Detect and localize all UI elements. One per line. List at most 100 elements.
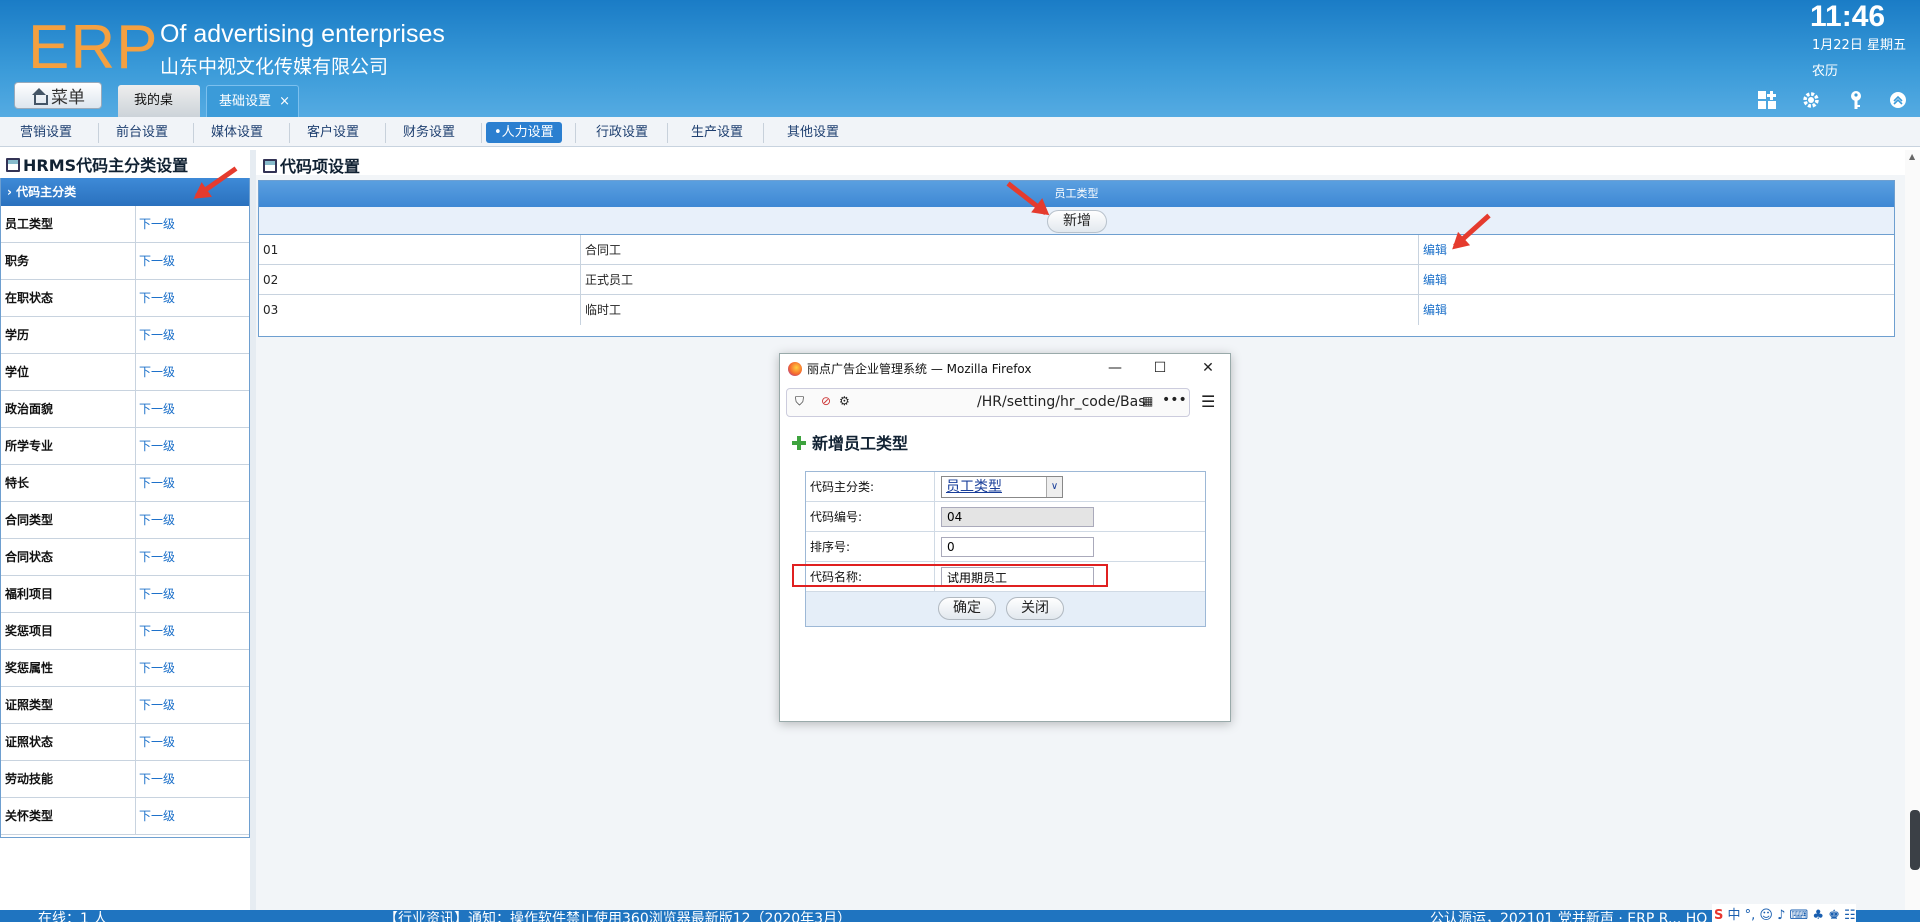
url-text[interactable]: /HR/setting/hr_code/Bas xyxy=(977,394,1146,410)
list-item: 关怀类型 下一级 xyxy=(1,798,249,835)
main-panel-title: 代码项设置 xyxy=(263,153,360,177)
nav-other-settings[interactable]: 其他设置 xyxy=(779,122,847,143)
category-name: 证照类型 xyxy=(1,687,136,723)
nav-frontdesk-settings[interactable]: 前台设置 xyxy=(108,122,176,143)
next-level-link[interactable]: 下一级 xyxy=(136,428,175,464)
page-scrollbar[interactable] xyxy=(1905,150,1920,910)
form-row: 排序号: xyxy=(806,532,1205,562)
confirm-button[interactable]: 确定 xyxy=(938,597,996,620)
lunar-calendar-link[interactable]: 农历 xyxy=(1812,60,1838,79)
list-item: 奖惩项目 下一级 xyxy=(1,613,249,650)
code-cell: 01 xyxy=(259,235,581,264)
permissions-icon[interactable]: ⚙ xyxy=(839,394,850,408)
firefox-popup-window: 丽点广告企业管理系统 — Mozilla Firefox — ☐ ✕ ⛉ ⊘ ⚙… xyxy=(779,353,1231,722)
close-button[interactable]: 关闭 xyxy=(1006,597,1064,620)
nav-finance-settings[interactable]: 财务设置 xyxy=(395,122,463,143)
next-level-link[interactable]: 下一级 xyxy=(136,539,175,575)
nav-hr-settings[interactable]: •人力设置 xyxy=(486,122,562,143)
next-level-link[interactable]: 下一级 xyxy=(136,317,175,353)
ime-toolbar[interactable]: S 中 °, ☺ ♪ ⌨ ♣ ♚ ☷ xyxy=(1712,904,1856,923)
menu-button[interactable]: 菜单 xyxy=(14,82,102,109)
left-panel-title-text: HRMS代码主分类设置 xyxy=(23,156,189,175)
code-category-header-text: 代码主分类 xyxy=(16,185,77,199)
sogou-icon[interactable]: S xyxy=(1714,908,1723,923)
nav-marketing-settings[interactable]: 营销设置 xyxy=(12,122,80,143)
category-name: 合同状态 xyxy=(1,539,136,575)
next-level-link[interactable]: 下一级 xyxy=(136,724,175,760)
url-bar[interactable]: ⛉ ⊘ ⚙ /HR/setting/hr_code/Bas ▦ ••• xyxy=(786,388,1190,417)
table-header: 员工类型 xyxy=(259,181,1894,207)
shield-icon[interactable]: ⛉ xyxy=(795,394,804,409)
chevron-down-icon[interactable]: ∨ xyxy=(1046,477,1062,497)
next-level-link[interactable]: 下一级 xyxy=(136,243,175,279)
tab-basic-settings[interactable]: 基础设置 × xyxy=(206,85,299,117)
minimize-icon[interactable]: — xyxy=(1105,358,1125,378)
category-name: 合同类型 xyxy=(1,502,136,538)
category-name: 奖惩项目 xyxy=(1,613,136,649)
nav-admin-settings[interactable]: 行政设置 xyxy=(588,122,656,143)
list-item: 政治面貌 下一级 xyxy=(1,391,249,428)
next-level-link[interactable]: 下一级 xyxy=(136,206,175,242)
next-level-link[interactable]: 下一级 xyxy=(136,391,175,427)
category-select[interactable]: 员工类型 ∨ xyxy=(941,476,1063,498)
nav-production-settings[interactable]: 生产设置 xyxy=(683,122,751,143)
list-item: 学历 下一级 xyxy=(1,317,249,354)
qr-code-icon[interactable]: ▦ xyxy=(1142,394,1153,408)
add-button[interactable]: 新增 xyxy=(1047,210,1107,233)
category-name: 关怀类型 xyxy=(1,798,136,834)
next-level-link[interactable]: 下一级 xyxy=(136,650,175,686)
category-name: 学位 xyxy=(1,354,136,390)
next-level-link[interactable]: 下一级 xyxy=(136,761,175,797)
tab-my-desktop[interactable]: 我的桌面 xyxy=(118,85,200,140)
table-toolbar: 新增 xyxy=(259,207,1894,235)
apps-icon[interactable] xyxy=(1756,90,1778,112)
next-level-link[interactable]: 下一级 xyxy=(136,798,175,834)
gear-icon[interactable] xyxy=(1800,90,1822,112)
code-cell: 03 xyxy=(259,295,581,325)
ime-toolbar-icons[interactable]: 中 °, ☺ ♪ ⌨ ♣ ♚ ☷ xyxy=(1728,908,1856,923)
next-level-link[interactable]: 下一级 xyxy=(136,687,175,723)
popup-heading-text: 新增员工类型 xyxy=(812,434,909,453)
next-level-link[interactable]: 下一级 xyxy=(136,465,175,501)
edit-link[interactable]: 编辑 xyxy=(1419,295,1894,325)
left-panel-title: HRMS代码主分类设置 xyxy=(6,152,188,176)
list-item: 所学专业 下一级 xyxy=(1,428,249,465)
close-icon[interactable]: ✕ xyxy=(1198,358,1218,378)
name-cell: 合同工 xyxy=(581,235,1419,264)
code-number-field[interactable] xyxy=(941,507,1094,527)
table-row: 01 合同工 编辑 xyxy=(259,235,1894,265)
category-name: 劳动技能 xyxy=(1,761,136,797)
menu-label: 菜单 xyxy=(51,88,85,108)
collapse-icon[interactable] xyxy=(1887,90,1909,112)
scroll-up-icon[interactable]: ▲ xyxy=(1909,152,1915,161)
code-item-table: 员工类型 新增 01 合同工 编辑 02 正式员工 编辑 03 临时工 编辑 xyxy=(258,180,1895,337)
list-item: 证照状态 下一级 xyxy=(1,724,249,761)
sort-order-field[interactable] xyxy=(941,537,1094,557)
name-cell: 临时工 xyxy=(581,295,1419,325)
code-category-list: › 代码主分类 员工类型 下一级 职务 下一级 在职状态 下一级 学历 下一级 学位 下一… xyxy=(0,178,250,838)
more-actions-icon[interactable]: ••• xyxy=(1162,392,1187,408)
next-level-link[interactable]: 下一级 xyxy=(136,613,175,649)
mic-blocked-icon[interactable]: ⊘ xyxy=(821,394,831,408)
category-name: 福利项目 xyxy=(1,576,136,612)
category-name: 特长 xyxy=(1,465,136,501)
category-name: 奖惩属性 xyxy=(1,650,136,686)
key-icon[interactable] xyxy=(1845,90,1867,112)
scrollbar-thumb[interactable] xyxy=(1910,810,1920,870)
tab-close-icon[interactable]: × xyxy=(279,86,290,118)
app-header: ERP Of advertising enterprises 山东中视文化传媒有… xyxy=(0,0,1920,140)
code-number-label: 代码编号: xyxy=(806,502,935,531)
next-level-link[interactable]: 下一级 xyxy=(136,354,175,390)
nav-customer-settings[interactable]: 客户设置 xyxy=(299,122,367,143)
news-ticker[interactable]: 【行业资讯】通知：操作软件禁止使用360浏览器最新版12（2020年3月） xyxy=(384,910,851,922)
next-level-link[interactable]: 下一级 xyxy=(136,280,175,316)
edit-link[interactable]: 编辑 xyxy=(1419,235,1894,264)
hamburger-menu-icon[interactable]: ☰ xyxy=(1201,392,1215,411)
clock-time: 11:46 xyxy=(1810,0,1886,33)
edit-link[interactable]: 编辑 xyxy=(1419,265,1894,294)
nav-media-settings[interactable]: 媒体设置 xyxy=(203,122,271,143)
maximize-icon[interactable]: ☐ xyxy=(1150,358,1170,378)
next-level-link[interactable]: 下一级 xyxy=(136,502,175,538)
next-level-link[interactable]: 下一级 xyxy=(136,576,175,612)
nav-divider xyxy=(575,123,576,143)
